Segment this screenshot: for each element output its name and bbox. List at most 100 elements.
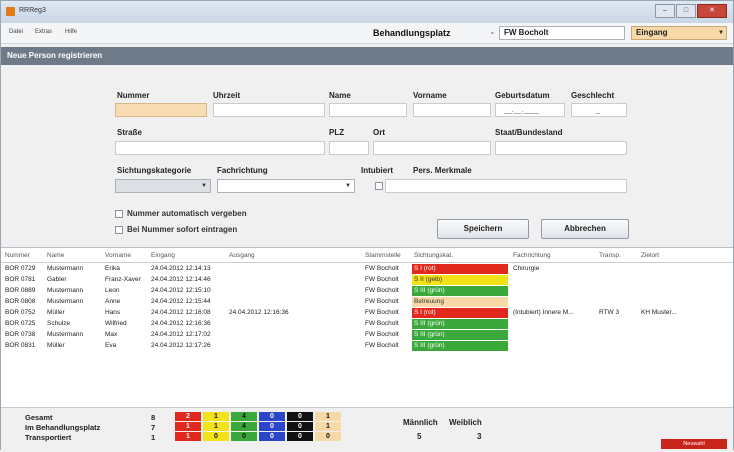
merkmale-input[interactable]: [385, 179, 627, 193]
plz-input[interactable]: [329, 141, 369, 155]
geschlecht-input[interactable]: _: [571, 103, 627, 117]
sichtungskategorie-label: Sichtungskategorie: [117, 166, 192, 175]
staat-input[interactable]: [495, 141, 627, 155]
table-cell: Mustermann: [47, 298, 84, 305]
table-cell: FW Bocholt: [365, 287, 399, 294]
summary-count-cell: 0: [259, 422, 285, 431]
column-header[interactable]: Zielort: [641, 252, 659, 259]
table-cell: Max: [105, 331, 118, 338]
location-label: Behandlungsplatz: [373, 28, 451, 38]
table-cell: 24.04.2012 12:14:13: [151, 265, 211, 272]
column-header[interactable]: Transp.: [599, 252, 621, 259]
minimize-button[interactable]: –: [655, 4, 675, 18]
table-row[interactable]: BOR 0725 Schulze Wilfried 24.04.2012 12:16:…: [1, 319, 733, 330]
summary-count-cell: 0: [259, 432, 285, 441]
table-row[interactable]: BOR 0831 Müller Eva 24.04.2012 12:17:26 FW B…: [1, 341, 733, 352]
column-header[interactable]: Stammstelle: [365, 252, 401, 259]
table-row[interactable]: BOR 0729 Mustermann Erika 24.04.2012 12:14:…: [1, 264, 733, 275]
auto-number-checkbox[interactable]: [115, 210, 123, 218]
table-row[interactable]: BOR 0889 Mustermann Leon 24.04.2012 12:15:1…: [1, 286, 733, 297]
nummer-input[interactable]: [115, 103, 207, 117]
table-cell: BOR 0729: [5, 265, 36, 272]
chevron-down-icon: ▼: [201, 183, 207, 189]
fachrichtung-select[interactable]: ▼: [217, 179, 355, 193]
summary-count-cell: 0: [287, 412, 313, 421]
column-header[interactable]: Sichtungskat.: [414, 252, 453, 259]
table-cell: BOR 0831: [5, 342, 36, 349]
uhrzeit-label: Uhrzeit: [213, 91, 241, 100]
title-bar: RRReg3 – □ ✕: [1, 1, 733, 23]
menu-hilfe[interactable]: Hilfe: [65, 29, 77, 35]
summary-count-cell: 4: [231, 412, 257, 421]
table-row[interactable]: BOR 0738 Mustermann Max 24.04.2012 12:17:02…: [1, 330, 733, 341]
geburtsdatum-label: Geburtsdatum: [495, 91, 550, 100]
table-cell: Mustermann: [47, 287, 84, 294]
chevron-down-icon: ▼: [718, 30, 724, 36]
staat-label: Staat/Bundesland: [495, 128, 563, 137]
name-input[interactable]: [329, 103, 407, 117]
table-cell: Müller: [47, 309, 65, 316]
ort-input[interactable]: [373, 141, 491, 155]
summary-count-cell: 2: [175, 412, 201, 421]
ort-label: Ort: [373, 128, 385, 137]
summary-count-cell: 0: [203, 432, 229, 441]
table-cell: Wilfried: [105, 320, 127, 327]
table-cell: 24.04.2012 12:16:36: [151, 320, 211, 327]
table-cell: Chirurgie: [513, 265, 540, 272]
table-cell: Franz-Xaver: [105, 276, 141, 283]
save-button[interactable]: Speichern: [437, 219, 529, 239]
summary-count-cell: 1: [203, 412, 229, 421]
column-header[interactable]: Fachrichtung: [513, 252, 551, 259]
enter-immediately-label: Bei Nummer sofort eintragen: [127, 225, 238, 234]
summary-row-label: Transportiert: [25, 433, 72, 442]
table-cell: Mustermann: [47, 265, 84, 272]
new-button[interactable]: Neuwahl: [661, 439, 727, 449]
table-cell: Erika: [105, 265, 120, 272]
table-cell: 24.04.2012 12:17:02: [151, 331, 211, 338]
section-header: Neue Person registrieren: [1, 47, 733, 65]
table-cell: FW Bocholt: [365, 265, 399, 272]
enter-immediately-checkbox[interactable]: [115, 226, 123, 234]
column-header[interactable]: Ausgang: [229, 252, 255, 259]
table-cell: KH Muster...: [641, 309, 677, 316]
column-header[interactable]: Nummer: [5, 252, 30, 259]
summary-count-cell: 0: [315, 432, 341, 441]
uhrzeit-input[interactable]: [213, 103, 325, 117]
table-cell: FW Bocholt: [365, 298, 399, 305]
maximize-button[interactable]: □: [676, 4, 696, 18]
header-divider: [1, 262, 733, 263]
maennlich-count: 5: [417, 432, 422, 441]
table-row[interactable]: BOR 0808 Mustermann Anne 24.04.2012 12:15:4…: [1, 297, 733, 308]
summary-panel: Gesamt 8 2 1 4 0 0 1 Im Behandlungsplatz 7 1 1 4 0 0 1 T…: [1, 407, 733, 452]
fachrichtung-label: Fachrichtung: [217, 166, 268, 175]
menu-extras[interactable]: Extras: [35, 29, 52, 35]
sichtungskategorie-select[interactable]: ▼: [115, 179, 211, 193]
close-button[interactable]: ✕: [697, 4, 727, 18]
table-row[interactable]: BOR 0752 Müller Hans 24.04.2012 12:16:08 24.…: [1, 308, 733, 319]
summary-row-total: 1: [151, 433, 156, 442]
view-select[interactable]: Eingang ▼: [631, 26, 727, 40]
summary-row-label: Gesamt: [25, 413, 53, 422]
intubiert-label: Intubiert: [361, 166, 393, 175]
name-label: Name: [329, 91, 351, 100]
menu-datei[interactable]: Datei: [9, 29, 23, 35]
table-cell: FW Bocholt: [365, 309, 399, 316]
unit-select[interactable]: FW Bocholt: [499, 26, 625, 40]
column-header[interactable]: Name: [47, 252, 64, 259]
table-cell: Anne: [105, 298, 121, 305]
category-cell: S I (rot): [412, 264, 508, 274]
strasse-input[interactable]: [115, 141, 325, 155]
category-cell: S II (gelb): [412, 275, 508, 285]
plz-label: PLZ: [329, 128, 345, 137]
cancel-button[interactable]: Abbrechen: [541, 219, 629, 239]
column-header[interactable]: Vorname: [105, 252, 131, 259]
column-header[interactable]: Eingang: [151, 252, 175, 259]
table-cell: BOR 0738: [5, 331, 36, 338]
intubiert-checkbox[interactable]: [375, 182, 383, 190]
vorname-input[interactable]: [413, 103, 491, 117]
geburtsdatum-input[interactable]: __.__.____: [495, 103, 565, 117]
table-cell: Eva: [105, 342, 117, 349]
table-row[interactable]: BOR 0781 Gabler Franz-Xaver 24.04.2012 12:1…: [1, 275, 733, 286]
category-cell: S III (grün): [412, 330, 508, 340]
table-cell: 24.04.2012 12:15:10: [151, 287, 211, 294]
